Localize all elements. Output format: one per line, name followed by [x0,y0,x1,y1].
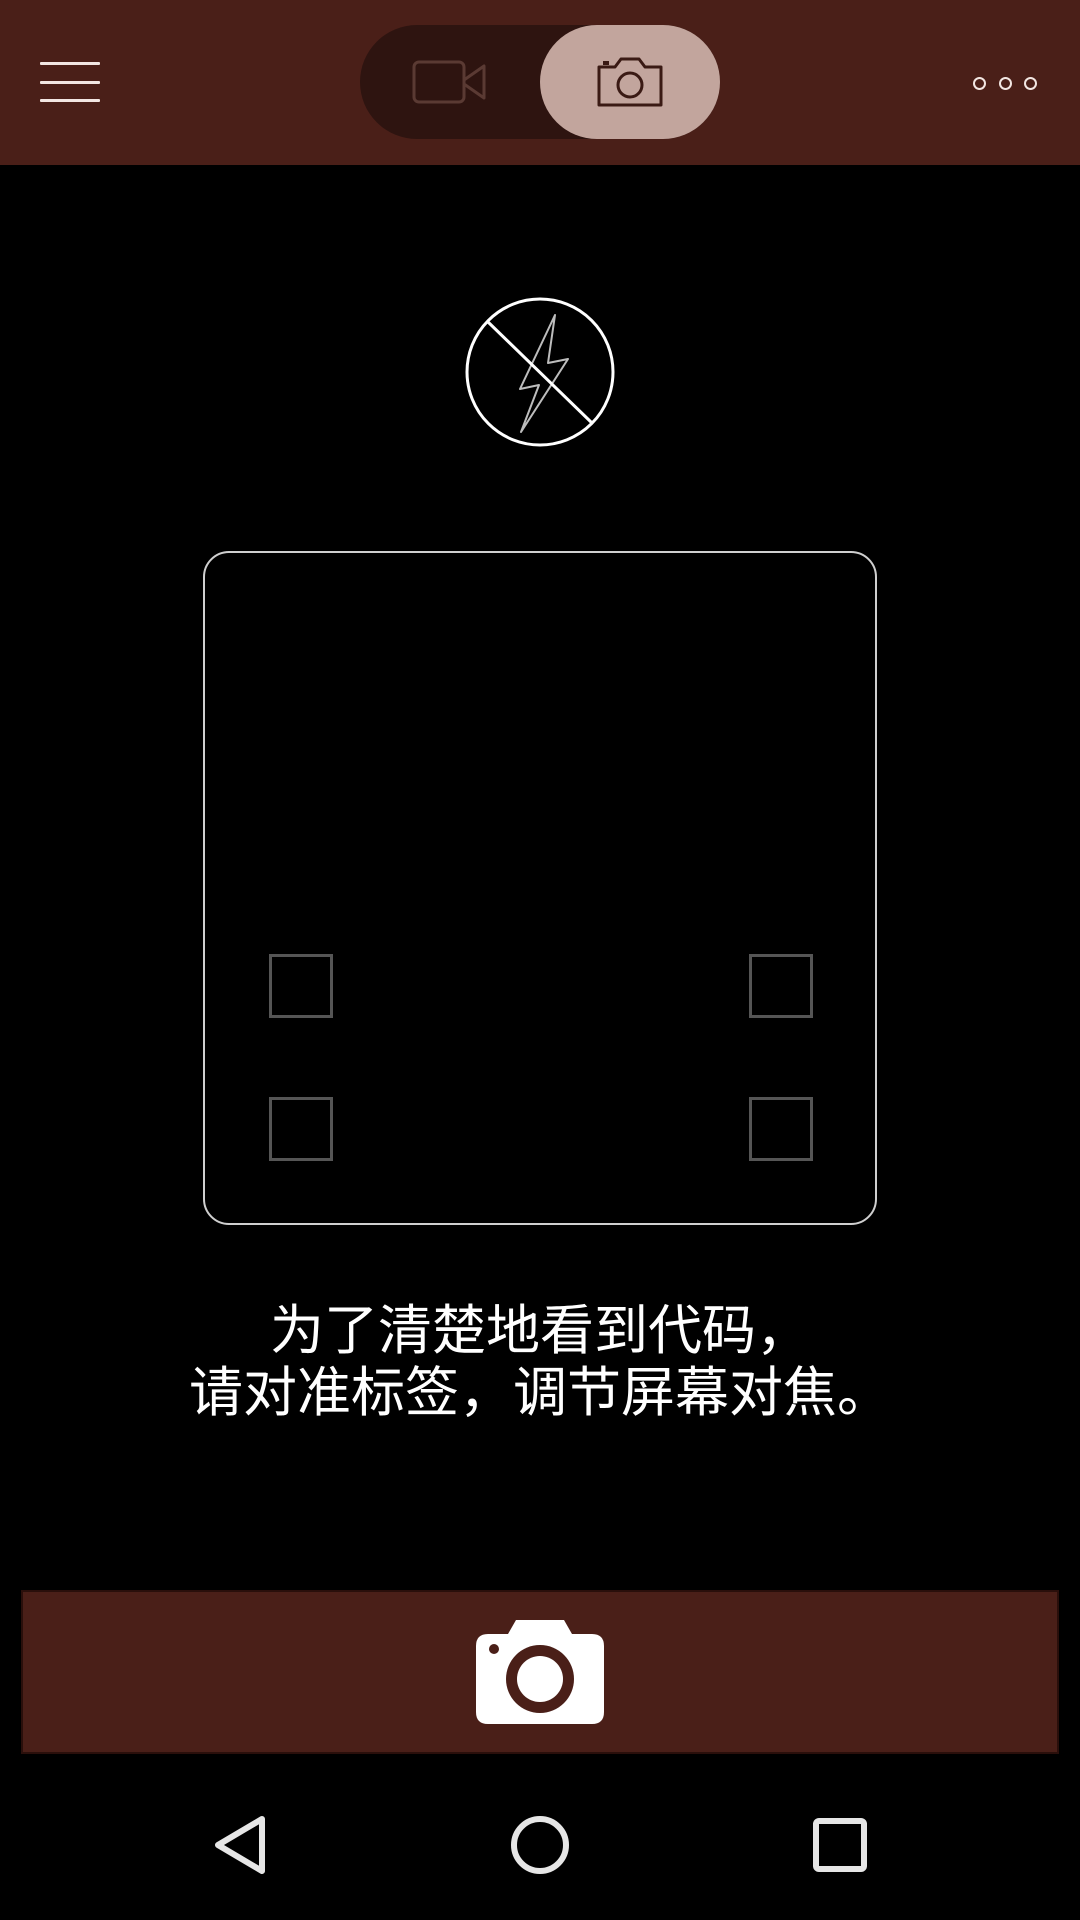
focus-marker [269,1097,333,1161]
video-camera-icon [412,60,486,104]
flash-toggle-button[interactable] [465,297,615,447]
recent-apps-square-icon [813,1818,867,1872]
instruction-line-2: 请对准标签，调节屏幕对焦。 [189,1361,891,1424]
focus-marker [269,954,333,1018]
menu-button[interactable] [30,52,110,112]
flash-off-icon [465,297,615,447]
camera-shutter-icon [476,1620,604,1724]
back-button[interactable] [180,1790,300,1900]
home-circle-icon [511,1816,569,1874]
video-mode-button[interactable] [360,25,540,139]
camera-mode-toggle [360,25,720,139]
hamburger-menu-icon [40,62,100,65]
home-button[interactable] [480,1790,600,1900]
system-navigation-bar [0,1770,1080,1920]
shutter-button[interactable] [21,1590,1059,1754]
photo-mode-button[interactable] [540,25,720,139]
scan-frame [203,551,877,1225]
back-triangle-icon [215,1816,265,1874]
instruction-line-1: 为了清楚地看到代码， [270,1299,810,1362]
instruction-text: 为了清楚地看到代码， 请对准标签，调节屏幕对焦。 [0,1300,1080,1424]
photo-camera-icon [597,57,663,107]
more-options-button[interactable] [965,60,1045,106]
app-bar [0,0,1080,165]
more-options-icon [973,76,986,90]
focus-marker [749,1097,813,1161]
recent-apps-button[interactable] [780,1790,900,1900]
focus-marker [749,954,813,1018]
